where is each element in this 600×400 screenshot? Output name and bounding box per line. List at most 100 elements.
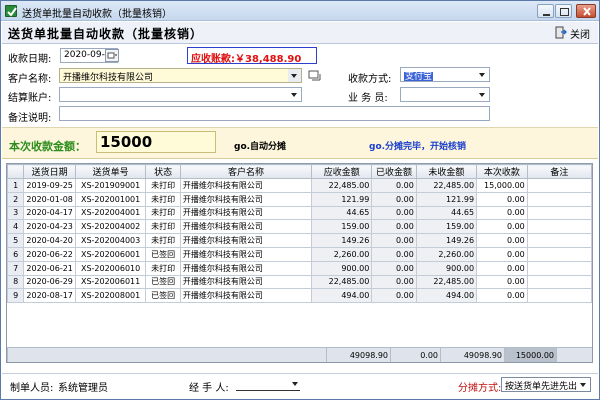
table-cell: 未打印 (145, 260, 181, 276)
table-row[interactable]: 7 2020-06-21 XS-202006010 未打印 开播维尔科技有限公司 900.… (7, 260, 592, 276)
table-cell: 0.00 (371, 233, 417, 248)
page-title: 送货单批量自动收款（批量核销） (8, 27, 204, 41)
table-cell: XS-202001001 (74, 191, 147, 207)
window-close-button[interactable] (576, 4, 596, 18)
creator-value: 系统管理员 (58, 383, 108, 394)
close-button[interactable]: 关闭 (554, 25, 590, 41)
close-icon (583, 7, 591, 16)
table-cell: 2,260.00 (311, 246, 373, 262)
maximize-button[interactable] (555, 4, 572, 18)
table-cell[interactable]: 0.00 (476, 205, 528, 221)
table-cell[interactable] (526, 246, 592, 262)
exit-door-icon (555, 26, 567, 39)
close-button-label: 关闭 (570, 29, 590, 41)
calendar-icon[interactable] (105, 49, 119, 62)
amount-due-box: 应收账款:￥38,488.90 (187, 47, 317, 65)
remark-input[interactable] (59, 106, 490, 121)
table-cell: 0.00 (371, 246, 417, 262)
table-cell: 2020-06-29 (23, 274, 76, 290)
select-customer-icon[interactable] (308, 69, 322, 82)
table-cell[interactable] (526, 288, 592, 304)
table-cell: 0.00 (371, 288, 417, 304)
auto-allocate-link[interactable]: go.自动分摊 (234, 139, 286, 152)
table-cell: XS-202006001 (74, 246, 147, 262)
table-cell: 0.00 (371, 274, 417, 290)
salesperson-select[interactable] (400, 87, 490, 102)
allocation-method-value: 按送货单先进先出 (505, 382, 578, 392)
table-cell[interactable] (526, 233, 592, 248)
allocation-method-select[interactable]: 按送货单先进先出 (501, 377, 591, 392)
table-cell: 22,485.00 (311, 178, 373, 193)
account-select[interactable] (59, 87, 302, 102)
table-cell: 2020-01-08 (23, 191, 76, 207)
handler-label: 经 手 人: (189, 383, 229, 394)
totals-spacer (7, 347, 327, 362)
table-cell: 159.00 (415, 219, 478, 235)
table-cell: 2019-09-25 (23, 178, 76, 193)
table-row[interactable]: 5 2020-04-20 XS-202004003 未打印 开播维尔科技有限公司 149.… (7, 233, 592, 248)
customer-field[interactable]: 开播维尔科技有限公司 (59, 68, 302, 83)
table-cell: 0.00 (371, 191, 417, 207)
minimize-button[interactable] (537, 4, 554, 18)
table-cell[interactable]: 0.00 (476, 288, 528, 304)
table-cell[interactable]: 0.00 (476, 233, 528, 248)
table-cell: 494.00 (415, 288, 478, 304)
delivery-grid: 送货日期 送货单号 状态 客户名称 应收金额 已收金额 未收金额 本次收款 备注 1 2019-0… (7, 164, 592, 304)
table-row[interactable]: 1 2019-09-25 XS-201909001 未打印 开播维尔科技有限公司 22,4… (7, 178, 592, 193)
app-window: 送货单批量自动收款（批量核销） 送货单批量自动收款（批量核销） 关闭 收款日期:… (0, 0, 600, 400)
column-header[interactable]: 客户名称 (179, 164, 313, 179)
table-cell: XS-201909001 (74, 178, 147, 193)
column-header[interactable]: 已收金额 (371, 164, 417, 179)
table-cell[interactable] (526, 219, 592, 235)
table-cell: 2020-06-21 (23, 260, 76, 276)
table-cell[interactable] (526, 178, 592, 193)
table-row[interactable]: 4 2020-04-23 XS-202004002 未打印 开播维尔科技有限公司 159.… (7, 219, 592, 235)
chevron-down-icon (288, 88, 301, 101)
table-cell: 22,485.00 (415, 274, 478, 290)
table-row[interactable]: 9 2020-08-17 XS-202008001 已签回 开播维尔科技有限公司 494.… (7, 288, 592, 304)
table-cell[interactable]: 0.00 (476, 219, 528, 235)
allocation-done-link[interactable]: go.分摊完毕，开始核销 (369, 139, 466, 152)
table-header: 送货日期 送货单号 状态 客户名称 应收金额 已收金额 未收金额 本次收款 备注 (7, 164, 592, 179)
payment-amount-input[interactable]: 15000 (96, 131, 216, 153)
table-cell: 4 (7, 219, 25, 235)
handler-select[interactable] (236, 377, 300, 391)
column-header[interactable]: 本次收款 (476, 164, 528, 179)
table-cell[interactable]: 0.00 (476, 274, 528, 290)
column-header[interactable]: 状态 (145, 164, 181, 179)
table-cell[interactable]: 0.00 (476, 191, 528, 207)
table-cell[interactable] (526, 274, 592, 290)
column-header[interactable]: 送货日期 (23, 164, 76, 179)
table-cell: 未打印 (145, 178, 181, 193)
table-cell[interactable]: 0.00 (476, 246, 528, 262)
table-row[interactable]: 8 2020-06-29 XS-202006011 已签回 开播维尔科技有限公司 22,4… (7, 274, 592, 290)
table-cell: 开播维尔科技有限公司 (179, 288, 313, 304)
column-header[interactable]: 应收金额 (311, 164, 373, 179)
column-header[interactable] (7, 164, 25, 179)
table-cell[interactable] (526, 191, 592, 207)
table-cell: 121.99 (311, 191, 373, 207)
table-cell[interactable]: 15,000.00 (476, 178, 528, 193)
table-row[interactable]: 3 2020-04-17 XS-202004001 未打印 开播维尔科技有限公司 44.6… (7, 205, 592, 221)
checkbox-app-icon (5, 5, 17, 17)
table-cell[interactable]: 0.00 (476, 260, 528, 276)
payment-method-select[interactable]: 支付宝 (400, 67, 490, 82)
table-cell: 8 (7, 274, 25, 290)
table-row[interactable]: 2 2020-01-08 XS-202001001 未打印 开播维尔科技有限公司 121.… (7, 191, 592, 207)
column-header[interactable]: 备注 (526, 164, 592, 179)
table-cell: 开播维尔科技有限公司 (179, 260, 313, 276)
table-cell[interactable] (526, 205, 592, 221)
table-cell: 2020-06-22 (23, 246, 76, 262)
column-header[interactable]: 未收金额 (415, 164, 478, 179)
table-cell: 0.00 (371, 260, 417, 276)
table-cell: 2020-04-20 (23, 233, 76, 248)
table-cell: 2020-04-17 (23, 205, 76, 221)
table-row[interactable]: 6 2020-06-22 XS-202006001 已签回 开播维尔科技有限公司 2,26… (7, 246, 592, 262)
table-cell: 149.26 (311, 233, 373, 248)
table-cell: 22,485.00 (415, 178, 478, 193)
window-title: 送货单批量自动收款（批量核销） (22, 9, 172, 20)
table-cell: 5 (7, 233, 25, 248)
table-cell: 已签回 (145, 246, 181, 262)
column-header[interactable]: 送货单号 (74, 164, 147, 179)
table-cell[interactable] (526, 260, 592, 276)
